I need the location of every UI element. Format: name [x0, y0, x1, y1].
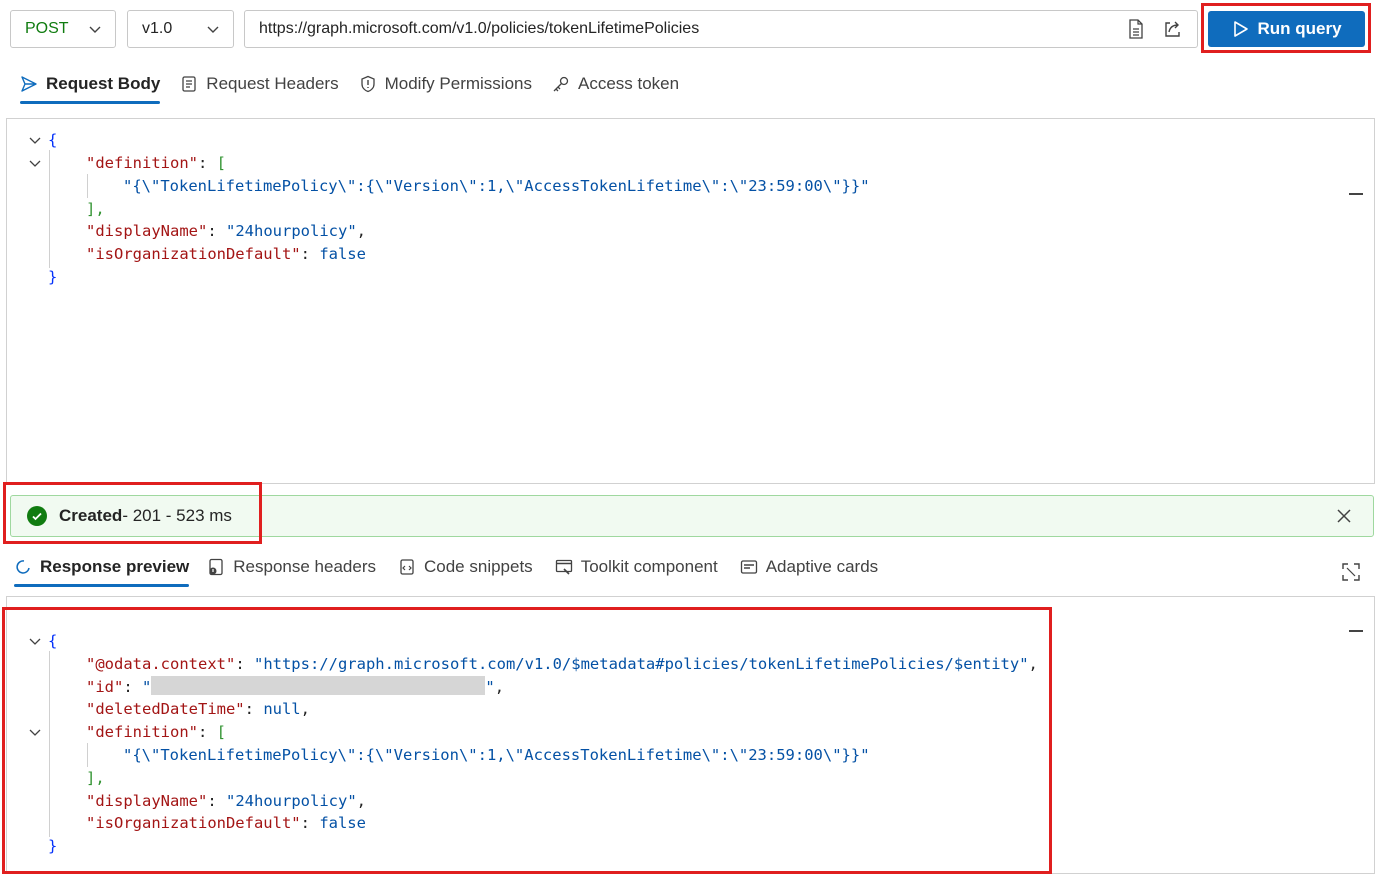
- json-brace: }: [48, 268, 58, 286]
- tab-access-token[interactable]: Access token: [552, 68, 679, 100]
- fold-chevron-icon[interactable]: [28, 725, 42, 739]
- json-key: "displayName": [86, 792, 208, 810]
- collapse-icon[interactable]: [1349, 193, 1363, 195]
- close-icon[interactable]: [1335, 507, 1353, 525]
- tab-label: Response headers: [233, 557, 376, 576]
- code-snippets-icon: [400, 559, 414, 575]
- shield-icon: [360, 75, 375, 93]
- json-literal: false: [319, 245, 366, 263]
- status-state: Created: [59, 506, 123, 525]
- json-key: "id": [86, 678, 124, 696]
- redacted-id: [151, 676, 486, 695]
- json-literal: false: [319, 814, 366, 832]
- card-icon: [740, 560, 757, 574]
- indent-guide: [87, 174, 88, 198]
- json-key: "definition": [86, 154, 198, 172]
- headers-icon: [182, 76, 196, 92]
- tab-label: Request Headers: [206, 74, 339, 93]
- json-bracket: [: [216, 723, 226, 741]
- method-dropdown[interactable]: POST: [10, 10, 116, 48]
- run-query-button[interactable]: Run query: [1208, 11, 1365, 47]
- tab-label: Code snippets: [424, 557, 533, 576]
- success-check-icon: [27, 506, 47, 526]
- json-line-displayname: "displayName": "24hourpolicy",: [86, 792, 366, 810]
- json-line-isdefault: "isOrganizationDefault": false: [86, 245, 366, 263]
- tab-code-snippets[interactable]: Code snippets: [398, 551, 533, 583]
- json-literal: null: [263, 700, 301, 718]
- json-bracket: [: [216, 154, 226, 172]
- tab-label: Adaptive cards: [765, 557, 879, 576]
- json-line-deleted: "deletedDateTime": null,: [86, 700, 310, 718]
- play-icon: [1234, 21, 1249, 37]
- fold-chevron-icon[interactable]: [28, 156, 42, 170]
- json-key: "@odata.context": [86, 655, 236, 673]
- json-brace: {: [48, 632, 58, 650]
- json-line-definition: "definition": [: [86, 723, 226, 741]
- tab-request-body[interactable]: Request Body: [20, 68, 161, 104]
- chevron-down-icon: [89, 26, 101, 33]
- json-bracket: ],: [86, 769, 105, 787]
- json-key: "isOrganizationDefault": [86, 814, 301, 832]
- json-brace: }: [48, 837, 58, 855]
- json-line-isdefault: "isOrganizationDefault": false: [86, 814, 366, 832]
- indent-guide: [49, 150, 50, 268]
- fold-chevron-icon[interactable]: [28, 133, 42, 147]
- tab-label: Request Body: [46, 74, 161, 93]
- url-input[interactable]: https://graph.microsoft.com/v1.0/policie…: [244, 10, 1198, 48]
- request-tabs: Request Body Request Headers Modify Perm…: [20, 68, 679, 104]
- json-string: "{\"TokenLifetimePolicy\":{\"Version\":1…: [123, 746, 870, 764]
- key-icon: [553, 76, 569, 92]
- tab-label: Response preview: [40, 557, 190, 576]
- json-string: "{\"TokenLifetimePolicy\":{\"Version\":1…: [123, 177, 870, 195]
- tab-response-preview[interactable]: Response preview: [14, 551, 190, 587]
- json-key: "definition": [86, 723, 198, 741]
- run-query-label: Run query: [1257, 19, 1342, 38]
- tab-label: Modify Permissions: [384, 74, 532, 93]
- tab-label: Access token: [577, 74, 680, 93]
- collapse-icon[interactable]: [1349, 630, 1363, 632]
- tab-request-headers[interactable]: Request Headers: [180, 68, 339, 100]
- chevron-down-icon: [207, 26, 219, 33]
- indent-guide: [49, 651, 50, 837]
- tab-label: Toolkit component: [580, 557, 718, 576]
- json-key: "deletedDateTime": [86, 700, 245, 718]
- json-line-displayname: "displayName": "24hourpolicy",: [86, 222, 366, 240]
- send-icon: [21, 76, 37, 92]
- expand-icon[interactable]: [1341, 562, 1361, 582]
- method-value: POST: [25, 20, 69, 37]
- preview-icon: [16, 560, 30, 574]
- json-string: "24hourpolicy": [226, 222, 357, 240]
- json-line-definition: "definition": [: [86, 154, 226, 172]
- json-string: "24hourpolicy": [226, 792, 357, 810]
- fold-chevron-icon[interactable]: [28, 634, 42, 648]
- json-bracket: ],: [86, 200, 105, 218]
- version-dropdown[interactable]: v1.0: [127, 10, 234, 48]
- version-value: v1.0: [142, 20, 173, 37]
- status-detail: - 201 - 523 ms: [122, 506, 232, 525]
- url-text: https://graph.microsoft.com/v1.0/policie…: [259, 20, 700, 37]
- tab-modify-permissions[interactable]: Modify Permissions: [359, 68, 532, 100]
- json-string: "https://graph.microsoft.com/v1.0/$metad…: [253, 655, 1029, 673]
- response-headers-icon: [209, 558, 223, 576]
- tab-toolkit-component[interactable]: Toolkit component: [555, 551, 718, 583]
- status-bar: Created - 201 - 523 ms: [10, 495, 1374, 537]
- tab-adaptive-cards[interactable]: Adaptive cards: [740, 551, 878, 583]
- toolkit-icon: [555, 559, 572, 575]
- json-key: "isOrganizationDefault": [86, 245, 301, 263]
- json-brace: {: [48, 131, 58, 149]
- indent-guide: [87, 743, 88, 767]
- json-line-id: "id": " ",: [86, 676, 505, 696]
- json-line-context: "@odata.context": "https://graph.microso…: [86, 655, 1038, 673]
- response-tabs: Response preview Response headers Code s…: [14, 551, 878, 587]
- tab-response-headers[interactable]: Response headers: [207, 551, 376, 583]
- json-key: "displayName": [86, 222, 208, 240]
- share-icon[interactable]: [1161, 18, 1183, 40]
- document-icon[interactable]: [1125, 18, 1147, 40]
